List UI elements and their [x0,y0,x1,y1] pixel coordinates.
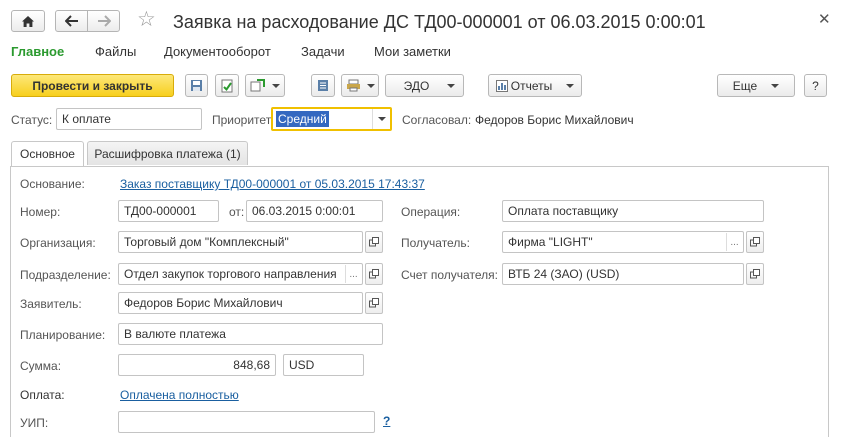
post-and-close-button[interactable]: Провести и закрыть [11,74,174,97]
tab-main[interactable]: Основное [11,141,84,166]
organization-field[interactable]: Торговый дом "Комплексный" [118,231,363,253]
menu-item-docflow[interactable]: Документооборот [164,44,271,59]
uip-label: УИП: [20,416,49,430]
number-label: Номер: [20,205,61,219]
select-dots-icon[interactable]: ... [726,233,742,251]
chevron-down-icon[interactable] [372,109,390,129]
planning-field[interactable]: В валюте платежа [118,323,383,345]
payment-label: Оплата: [20,388,65,402]
account-field[interactable]: ВТБ 24 (ЗАО) (USD) [502,263,744,285]
division-label: Подразделение: [20,268,111,282]
number-field[interactable]: ТД00-000001 [118,200,219,222]
close-icon[interactable]: ✕ [818,10,831,28]
chevron-down-icon [771,83,780,88]
print-icon [346,79,360,92]
applicant-label: Заявитель: [20,297,82,311]
status-label: Статус: [11,113,53,127]
account-label: Счет получателя: [401,268,498,282]
recipient-label: Получатель: [401,236,470,250]
menu-item-files[interactable]: Файлы [95,44,136,59]
print-button[interactable] [341,74,379,97]
reports-button[interactable]: Отчеты [488,74,582,97]
open-icon [369,298,379,308]
chevron-down-icon [272,83,280,88]
post-document-icon [221,79,232,92]
arrow-right-icon [97,15,111,27]
open-icon [750,237,760,247]
create-based-on-button[interactable] [245,74,285,97]
priority-label: Приоритет: [212,113,275,127]
open-recipient-button[interactable] [746,231,764,253]
more-button[interactable]: Еще [717,74,795,97]
list-icon [318,80,328,91]
home-button[interactable] [11,10,45,32]
date-label: от: [229,205,245,219]
help-button[interactable]: ? [804,74,827,97]
menu-item-main[interactable]: Главное [11,44,64,59]
date-field[interactable]: 06.03.2015 0:00:01 [246,200,383,222]
tab-payment-details[interactable]: Расшифровка платежа (1) [87,141,248,165]
approver-label: Согласовал: [402,113,472,127]
save-button[interactable] [185,74,208,97]
operation-field[interactable]: Оплата поставщику [502,200,764,222]
chevron-down-icon [447,83,456,88]
amount-field[interactable]: 848,68 [118,354,276,376]
open-account-button[interactable] [746,263,764,285]
priority-select[interactable]: Средний [271,107,392,131]
chevron-down-icon [366,83,375,88]
approver-value: Федоров Борис Михайлович [475,113,634,127]
forward-button[interactable] [87,10,120,32]
save-icon [191,80,202,91]
star-icon[interactable]: ☆ [137,9,156,30]
payment-status-link[interactable]: Оплачена полностью [120,388,239,402]
open-applicant-button[interactable] [365,292,383,314]
menu-item-tasks[interactable]: Задачи [301,44,345,59]
uip-help-link[interactable]: ? [383,414,390,428]
post-button[interactable] [215,74,239,97]
open-organization-button[interactable] [365,231,383,253]
select-dots-icon[interactable]: ... [345,265,361,283]
division-field[interactable]: Отдел закупок торгового направления ... [118,263,363,285]
open-icon [369,269,379,279]
back-button[interactable] [55,10,88,32]
organization-label: Организация: [20,236,96,250]
recipient-value: Фирма "LIGHT" [508,235,593,249]
home-icon [22,15,34,27]
journal-button[interactable] [311,74,335,97]
edo-label: ЭДО [403,78,430,93]
recipient-field[interactable]: Фирма "LIGHT" ... [502,231,744,253]
status-field[interactable]: К оплате [56,108,202,130]
basis-link[interactable]: Заказ поставщику ТД00-000001 от 05.03.20… [120,177,425,191]
currency-field[interactable]: USD [283,354,364,376]
uip-field[interactable] [118,411,375,433]
open-icon [750,269,760,279]
window-title: Заявка на расходование ДС ТД00-000001 от… [173,12,706,32]
planning-label: Планирование: [20,328,106,342]
chevron-down-icon [566,83,575,88]
amount-label: Сумма: [20,359,62,373]
create-based-icon [250,79,265,92]
arrow-left-icon [64,15,78,27]
operation-label: Операция: [401,205,461,219]
edo-button[interactable]: ЭДО [385,74,464,97]
open-division-button[interactable] [365,263,383,285]
applicant-field[interactable]: Федоров Борис Михайлович [118,292,363,314]
reports-label: Отчеты [510,78,553,93]
basis-label: Основание: [20,177,85,191]
priority-selected-value: Средний [276,111,329,127]
open-icon [369,237,379,247]
division-value: Отдел закупок торгового направления [124,267,337,281]
report-icon [495,79,508,92]
more-label: Еще [732,78,758,93]
menu-item-notes[interactable]: Мои заметки [374,44,451,59]
